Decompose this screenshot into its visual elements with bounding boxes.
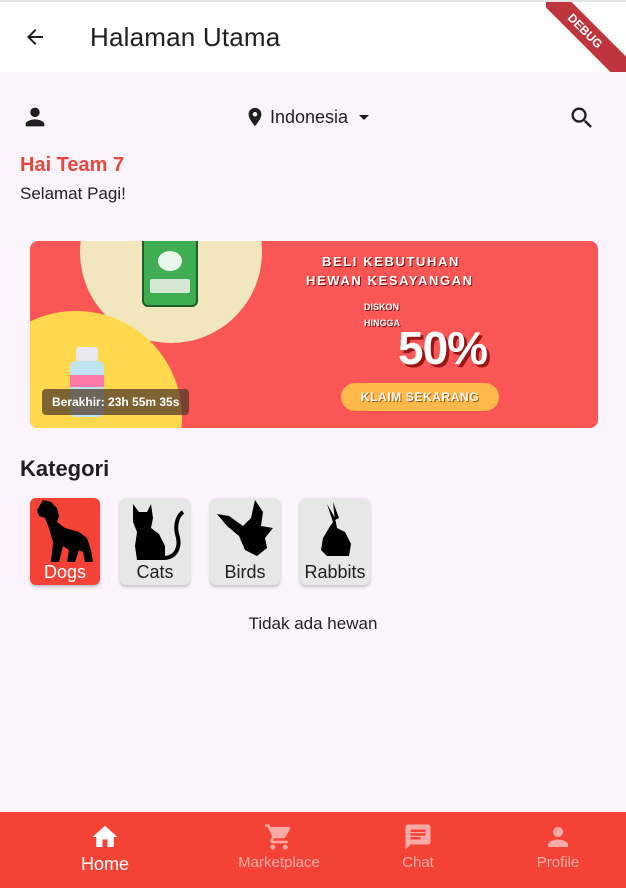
promo-banner[interactable]: BELI KEBUTUHAN HEWAN KESAYANGAN DISKON H… — [30, 241, 598, 428]
category-birds[interactable]: Birds — [210, 498, 280, 585]
category-label: Birds — [224, 562, 266, 582]
location-label: Indonesia — [270, 106, 349, 127]
category-title: Kategori — [20, 456, 110, 481]
paw-icon — [158, 251, 182, 271]
empty-state-text: Tidak ada hewan — [248, 614, 378, 633]
nav-label: Profile — [536, 854, 580, 871]
category-label: Cats — [136, 562, 174, 582]
category-rabbits[interactable]: Rabbits — [300, 498, 370, 585]
home-content: Indonesia Hai Team 7 Selamat Pagi! BELI … — [0, 72, 626, 812]
category-dogs[interactable]: Dogs — [30, 498, 100, 585]
app-bar: Halaman Utama DEBUG — [0, 0, 626, 82]
cat-icon — [133, 504, 185, 560]
banner-headline: HEWAN KESAYANGAN — [306, 273, 474, 288]
category-label: Dogs — [43, 562, 87, 582]
page-title: Halaman Utama — [90, 22, 281, 52]
location-selector[interactable]: Indonesia — [244, 102, 376, 132]
search-icon — [571, 107, 592, 128]
rabbit-icon — [321, 502, 351, 556]
person-icon — [25, 107, 45, 127]
back-button[interactable] — [18, 20, 52, 54]
location-pin-icon — [248, 107, 262, 127]
person-icon — [548, 827, 568, 847]
dog-icon — [37, 500, 93, 562]
debug-label: DEBUG — [546, 2, 626, 82]
nav-marketplace[interactable]: Marketplace — [224, 812, 334, 888]
account-button[interactable] — [20, 102, 50, 132]
category-label: Rabbits — [304, 562, 366, 582]
cart-icon — [265, 824, 291, 850]
nav-label: Marketplace — [238, 854, 320, 871]
banner-headline: BELI KEBUTUHAN — [322, 254, 460, 269]
greeting-title: Hai Team 7 — [20, 154, 125, 176]
dropdown-arrow-icon — [359, 115, 370, 120]
claim-now-button[interactable]: KLAIM SEKARANG — [341, 383, 499, 411]
debug-banner: DEBUG — [546, 2, 626, 82]
chat-icon — [405, 824, 431, 850]
category-cats[interactable]: Cats — [120, 498, 190, 585]
pet-food-bag-illustration — [142, 241, 198, 307]
bird-icon — [217, 500, 273, 556]
nav-label: Chat — [402, 854, 434, 871]
nav-profile[interactable]: Profile — [518, 812, 598, 888]
arrow-back-icon — [27, 29, 43, 45]
nav-home[interactable]: Home — [55, 812, 155, 888]
promo-timer: Berakhir: 23h 55m 35s — [42, 389, 190, 415]
bottom-navigation: Home Marketplace Chat Profile — [0, 812, 626, 888]
banner-discount-value: 50% — [398, 322, 488, 374]
home-icon — [92, 825, 118, 847]
greeting-subtitle: Selamat Pagi! — [20, 184, 126, 203]
nav-chat[interactable]: Chat — [378, 812, 458, 888]
category-list: Dogs Cats Birds Rabbits — [30, 498, 370, 585]
nav-label: Home — [80, 854, 129, 874]
search-button[interactable] — [566, 102, 598, 134]
